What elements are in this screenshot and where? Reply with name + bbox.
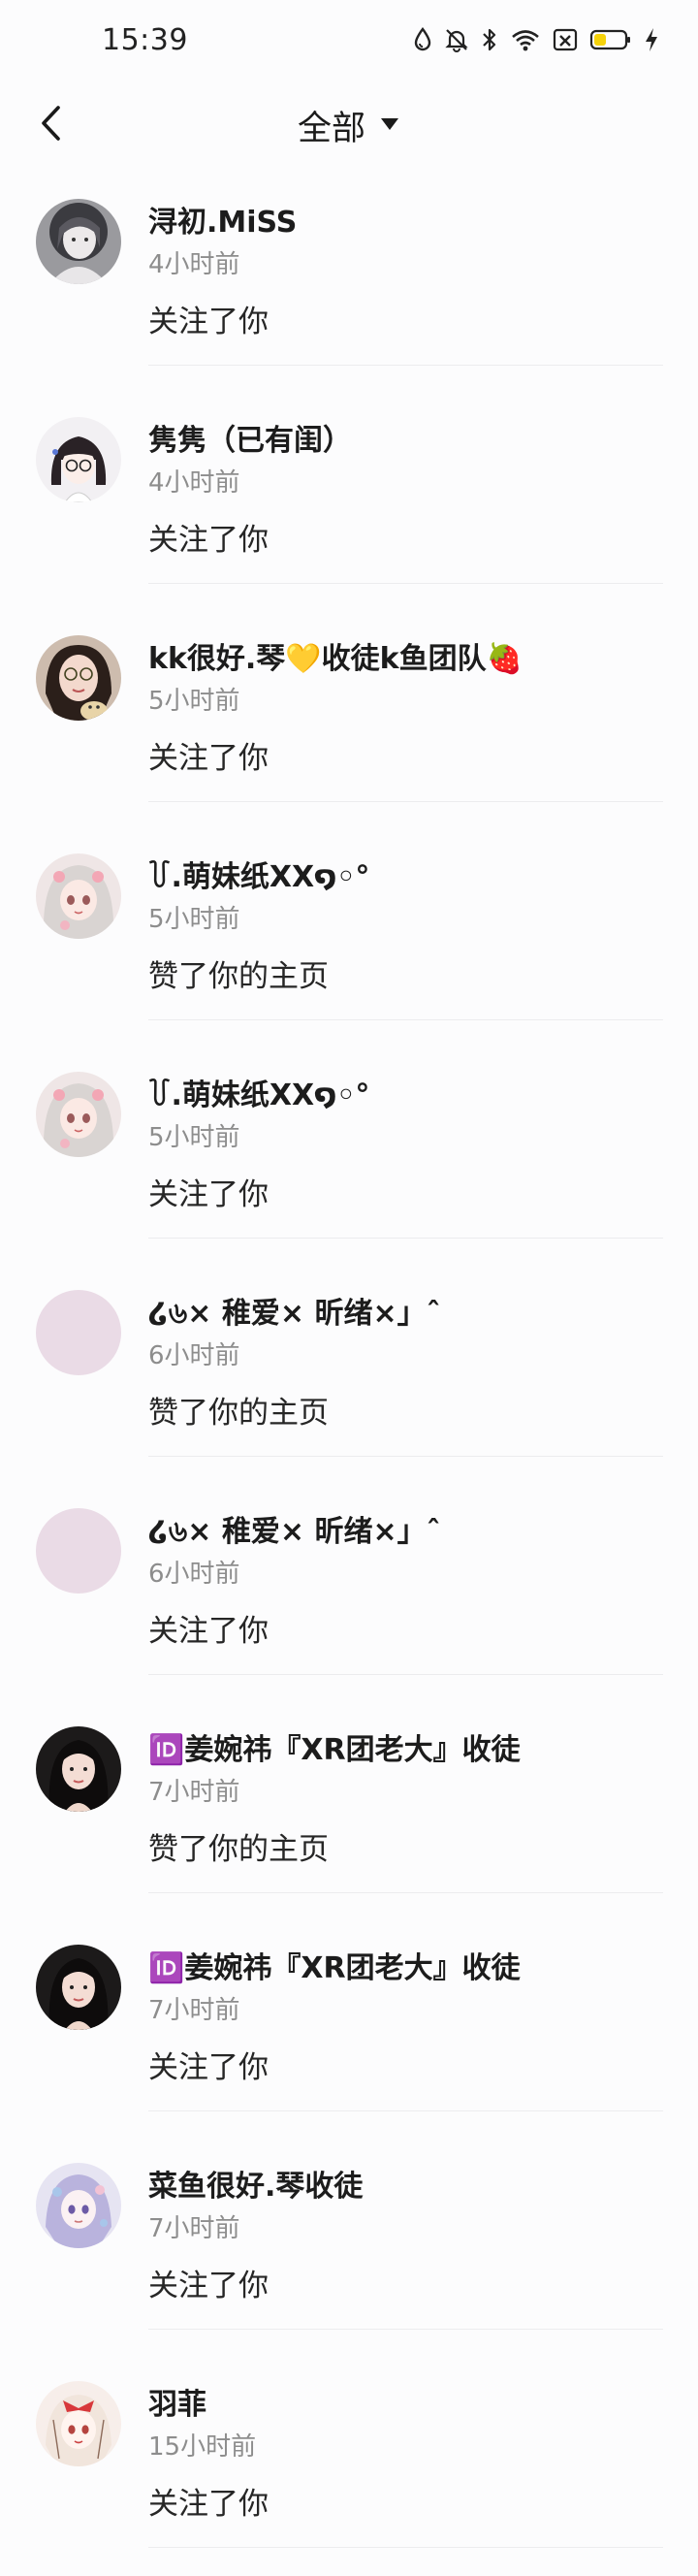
timestamp: 4小时前 [148,468,240,498]
avatar[interactable] [36,1508,121,1594]
status-icons [413,27,659,52]
action-text: 赞了你的主页 [148,959,329,994]
timestamp: 7小时前 [148,1996,240,2025]
notifications-page: 15:39 全部 浔初.MiSS 4小时前 关注了你 隽隽（已有闺） 4小时前 … [0,0,698,2576]
avatar[interactable] [36,1726,121,1812]
action-text: 关注了你 [148,1614,269,1649]
user-name[interactable]: 浔初.MiSS [148,198,297,241]
action-text: 关注了你 [148,523,269,558]
user-name[interactable]: 羽菲 [148,2380,206,2423]
divider [148,583,663,584]
bell-off-icon [444,27,469,52]
user-name[interactable]: kk很好.琴💛收徒k鱼团队🍓 [148,634,523,677]
avatar[interactable] [36,853,121,939]
notification-item[interactable]: ꒦.萌妹纸XX໑◦° 5小时前 关注了你 [0,1049,698,1268]
timestamp: 4小时前 [148,250,240,279]
user-name[interactable]: 🆔姜婉祎『XR团老大』收徒 [148,1725,521,1768]
notification-item[interactable]: 🆔姜婉祎『XR团老大』收徒 7小时前 关注了你 [0,1922,698,2141]
divider [148,1674,663,1675]
timestamp: 7小时前 [148,1778,240,1807]
user-name[interactable]: 菜鱼很好.琴收徒 [148,2162,363,2205]
avatar[interactable] [36,417,121,502]
filter-dropdown[interactable]: 全部 [0,101,698,150]
timestamp: 5小时前 [148,687,240,716]
user-name[interactable]: 隽隽（已有闺） [148,416,352,459]
avatar[interactable] [36,1290,121,1375]
action-text: 关注了你 [148,305,269,339]
divider [148,1456,663,1457]
wifi-icon [510,27,541,52]
action-text: 赞了你的主页 [148,1396,329,1431]
user-name[interactable]: ໒৬× 稚爱× 昕绪×」ˆ [148,1289,441,1339]
action-text: 关注了你 [148,1177,269,1212]
charging-bolt-icon [644,27,659,52]
divider [148,2329,663,2330]
user-name[interactable]: ꒦.萌妹纸XX໑◦° [148,1071,369,1113]
user-name[interactable]: 🆔姜婉祎『XR团老大』收徒 [148,1944,521,1986]
action-text: 关注了你 [148,2487,269,2522]
avatar[interactable] [36,199,121,284]
avatar[interactable] [36,2381,121,2466]
notification-item[interactable]: kk很好.琴💛收徒k鱼团队🍓 5小时前 关注了你 [0,613,698,831]
divider [148,801,663,802]
user-name[interactable]: ໒৬× 稚爱× 昕绪×」ˆ [148,1507,441,1558]
status-bar: 15:39 [0,0,698,83]
notification-item[interactable]: 隽隽（已有闺） 4小时前 关注了你 [0,395,698,613]
divider [148,2547,663,2548]
notification-item[interactable]: ໒৬× 稚爱× 昕绪×」ˆ 6小时前 赞了你的主页 [0,1268,698,1486]
avatar[interactable] [36,1945,121,2030]
notification-item[interactable]: ໒৬× 稚爱× 昕绪×」ˆ 6小时前 关注了你 [0,1486,698,1704]
notification-item[interactable]: 🆔姜婉祎『XR团老大』收徒 7小时前 赞了你的主页 [0,1704,698,1922]
timestamp: 15小时前 [148,2432,257,2462]
avatar[interactable] [36,2163,121,2248]
battery-icon [589,27,632,52]
water-drop-icon [413,27,432,52]
action-text: 关注了你 [148,2269,269,2303]
action-text: 关注了你 [148,2050,269,2085]
avatar[interactable] [36,635,121,721]
divider [148,1019,663,1020]
status-time: 15:39 [102,23,188,57]
notification-item[interactable]: 浔初.MiSS 4小时前 关注了你 [0,177,698,395]
notification-item[interactable]: 菜鱼很好.琴收徒 7小时前 关注了你 [0,2141,698,2359]
notification-item[interactable]: ꒦.萌妹纸XX໑◦° 5小时前 赞了你的主页 [0,831,698,1049]
page-title: 全部 [297,110,365,148]
timestamp: 5小时前 [148,1123,240,1152]
timestamp: 6小时前 [148,1560,240,1589]
avatar[interactable] [36,1072,121,1157]
action-text: 赞了你的主页 [148,1832,329,1867]
notification-list: 浔初.MiSS 4小时前 关注了你 隽隽（已有闺） 4小时前 关注了你 kk很好… [0,177,698,2576]
divider [148,365,663,366]
caret-down-icon [379,116,400,136]
notification-item[interactable]: 羽菲 15小时前 关注了你 [0,2359,698,2576]
sim-off-icon [553,27,578,52]
bluetooth-icon [481,27,498,52]
timestamp: 6小时前 [148,1341,240,1370]
nav-bar: 全部 [0,83,698,167]
user-name[interactable]: ꒦.萌妹纸XX໑◦° [148,853,369,895]
timestamp: 7小时前 [148,2214,240,2243]
divider [148,1238,663,1239]
divider [148,1892,663,1893]
timestamp: 5小时前 [148,905,240,934]
action-text: 关注了你 [148,741,269,776]
divider [148,2110,663,2111]
